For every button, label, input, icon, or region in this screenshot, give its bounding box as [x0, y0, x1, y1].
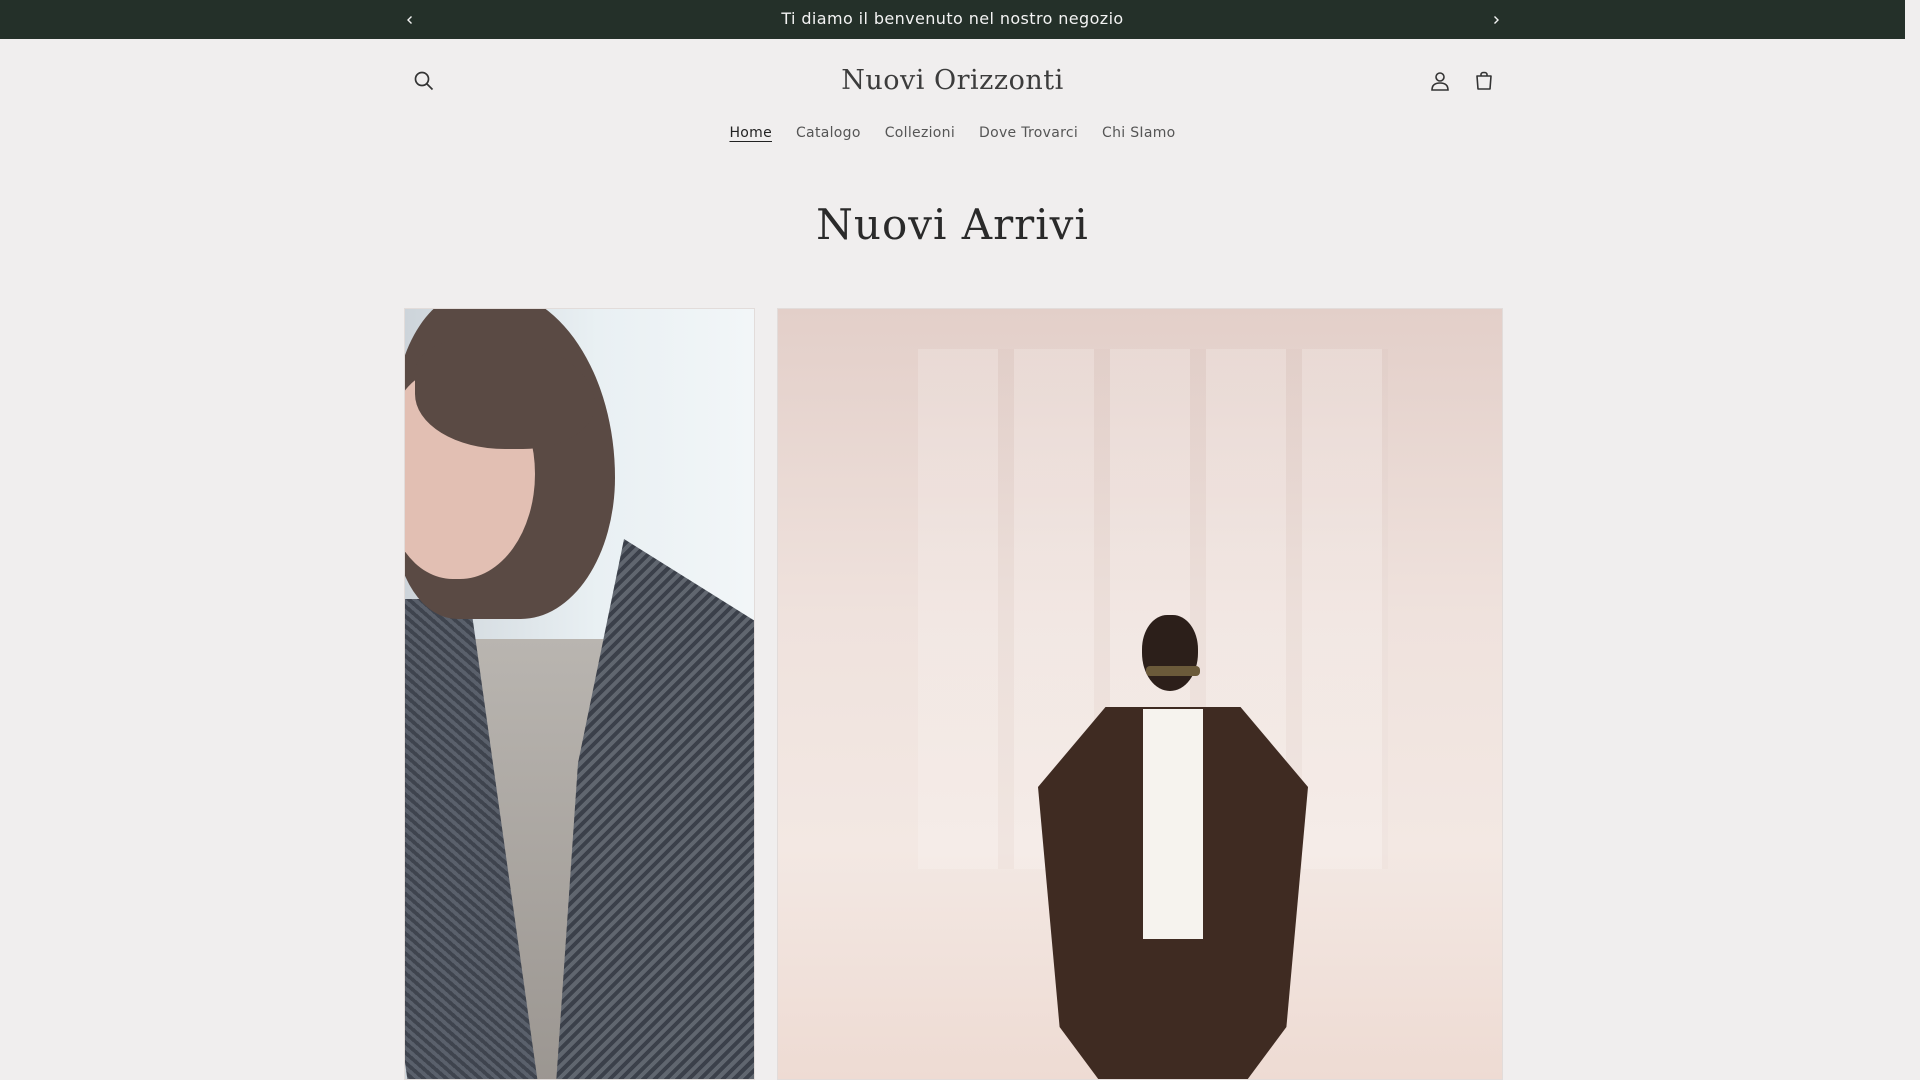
nav-item-catalogo[interactable]: Catalogo [796, 121, 861, 145]
nav-item-dove-trovarci[interactable]: Dove Trovarci [979, 121, 1078, 145]
announcement-message: Ti diamo il benvenuto nel nostro negozio [781, 9, 1124, 28]
cart-button[interactable] [1462, 59, 1506, 103]
product-card-woman[interactable] [404, 308, 755, 1080]
cart-icon [1476, 71, 1492, 90]
announcement-bar: Ti diamo il benvenuto nel nostro negozio [0, 0, 1905, 39]
account-button[interactable] [1418, 59, 1462, 103]
section-title: Nuovi Arrivi [816, 200, 1089, 249]
nav-item-home[interactable]: Home [729, 121, 772, 145]
main-navigation: Home Catalogo Collezioni Dove Trovarci C… [0, 121, 1905, 145]
nav-item-chi-siamo[interactable]: Chi SIamo [1102, 121, 1176, 145]
site-header: Nuovi Orizzonti Home Catalogo Collezioni… [0, 39, 1905, 169]
chevron-right-icon [1494, 15, 1499, 24]
announcement-next-button[interactable] [1481, 0, 1511, 39]
product-card-man[interactable] [777, 308, 1503, 1080]
site-logo[interactable]: Nuovi Orizzonti [0, 59, 1905, 103]
nav-item-collezioni[interactable]: Collezioni [885, 121, 955, 145]
account-icon [1431, 72, 1449, 91]
